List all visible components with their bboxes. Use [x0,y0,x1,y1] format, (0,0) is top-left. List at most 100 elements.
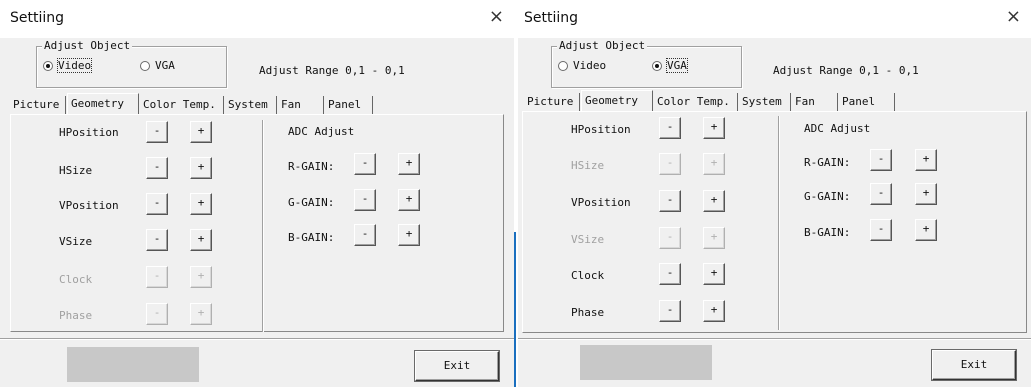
vsize-minus-button[interactable]: - [146,229,168,251]
exit-button[interactable]: Exit [932,350,1016,380]
adjust-range-text: Adjust Range 0,1 - 0,1 [773,64,919,77]
radio-unselected-icon [140,60,150,71]
r-gain-minus-button[interactable]: - [354,153,376,175]
footer-divider [0,338,514,339]
tab-panel[interactable]: Panel [325,96,373,114]
tab-geometry[interactable]: Geometry [581,90,653,111]
radio-video-label: Video [573,59,607,72]
tab-color-temp[interactable]: Color Temp. [654,93,738,111]
g-gain-plus-button[interactable]: + [398,189,420,211]
hposition-plus-button[interactable]: + [703,117,725,139]
b-gain-plus-button[interactable]: + [398,224,420,246]
adjust-object-group: Adjust Object Video VGA [551,39,742,88]
r-gain-plus-button[interactable]: + [398,153,420,175]
adjust-object-label: Adjust Object [42,39,133,52]
b-gain-label: B-GAIN: [288,231,335,244]
radio-vga-label: VGA [155,59,175,72]
b-gain-minus-button[interactable]: - [870,219,892,241]
hposition-minus-button[interactable]: - [659,117,681,139]
hsize-plus-button[interactable]: + [190,157,212,179]
radio-unselected-icon [558,60,568,71]
vsize-label: VSize [59,235,93,248]
adjust-range-text: Adjust Range 0,1 - 0,1 [259,64,405,77]
settings-window-video: Settiing × Adjust Object Video VGA Adjus… [0,0,514,387]
tab-geometry[interactable]: Geometry [67,93,139,114]
vsize-minus-button: - [659,227,681,249]
phase-minus-button[interactable]: - [659,300,681,322]
close-icon[interactable]: × [489,6,504,27]
hsize-minus-button[interactable]: - [146,157,168,179]
radio-selected-icon [43,60,53,71]
hsize-minus-button: - [659,153,681,175]
tab-picture[interactable]: Picture [10,96,66,114]
panel-divider [262,120,263,332]
adjust-object-label: Adjust Object [557,39,648,52]
geometry-panel [522,111,1027,333]
exit-button[interactable]: Exit [415,351,499,381]
window-title: Settiing [10,10,65,26]
vsize-plus-button: + [703,227,725,249]
status-area [580,345,712,380]
vsize-plus-button[interactable]: + [190,229,212,251]
radio-video[interactable]: Video [558,59,606,72]
phase-minus-button: - [146,303,168,325]
g-gain-label: G-GAIN: [804,190,851,203]
vposition-minus-button[interactable]: - [659,190,681,212]
hsize-label: HSize [571,159,605,172]
hposition-plus-button[interactable]: + [190,121,212,143]
radio-video-label: Video [56,58,93,73]
r-gain-plus-button[interactable]: + [915,149,937,171]
tab-fan[interactable]: Fan [792,93,838,111]
g-gain-label: G-GAIN: [288,196,335,209]
clock-minus-button: - [146,266,168,288]
clock-minus-button[interactable]: - [659,263,681,285]
phase-plus-button: + [190,303,212,325]
phase-plus-button[interactable]: + [703,300,725,322]
clock-label: Clock [571,269,605,282]
adjust-object-group: Adjust Object Video VGA [36,39,227,88]
tab-system[interactable]: System [225,96,277,114]
r-gain-minus-button[interactable]: - [870,149,892,171]
status-area [67,347,199,382]
clock-plus-button: + [190,266,212,288]
hsize-plus-button: + [703,153,725,175]
g-gain-minus-button[interactable]: - [354,189,376,211]
tab-picture[interactable]: Picture [524,93,580,111]
tab-panel[interactable]: Panel [839,93,895,111]
radio-vga[interactable]: VGA [140,59,175,72]
window-title: Settiing [524,10,579,26]
adc-adjust-title: ADC Adjust [804,122,871,135]
phase-label: Phase [59,309,93,322]
g-gain-minus-button[interactable]: - [870,183,892,205]
tab-fan[interactable]: Fan [278,96,324,114]
adc-adjust-title: ADC Adjust [288,125,355,138]
vposition-plus-button[interactable]: + [190,193,212,215]
title-bar: Settiing × [0,0,514,38]
radio-vga-label: VGA [666,58,688,73]
title-bar: Settiing × [518,0,1031,38]
hsize-label: HSize [59,164,93,177]
vposition-label: VPosition [59,199,119,212]
clock-label: Clock [59,273,93,286]
radio-vga[interactable]: VGA [652,58,688,73]
hposition-label: HPosition [59,126,119,139]
b-gain-plus-button[interactable]: + [915,219,937,241]
footer-divider [518,338,1031,339]
vposition-label: VPosition [571,196,631,209]
geometry-panel [10,114,504,332]
tab-system[interactable]: System [739,93,791,111]
radio-selected-icon [652,60,662,71]
tab-color-temp[interactable]: Color Temp. [140,96,224,114]
radio-video[interactable]: Video [43,58,93,73]
phase-label: Phase [571,306,605,319]
vposition-minus-button[interactable]: - [146,193,168,215]
settings-window-vga: Settiing × Adjust Object Video VGA Adjus… [518,0,1031,387]
g-gain-plus-button[interactable]: + [915,183,937,205]
clock-plus-button[interactable]: + [703,263,725,285]
b-gain-minus-button[interactable]: - [354,224,376,246]
close-icon[interactable]: × [1006,6,1021,27]
hposition-label: HPosition [571,123,631,136]
hposition-minus-button[interactable]: - [146,121,168,143]
vposition-plus-button[interactable]: + [703,190,725,212]
r-gain-label: R-GAIN: [804,156,851,169]
